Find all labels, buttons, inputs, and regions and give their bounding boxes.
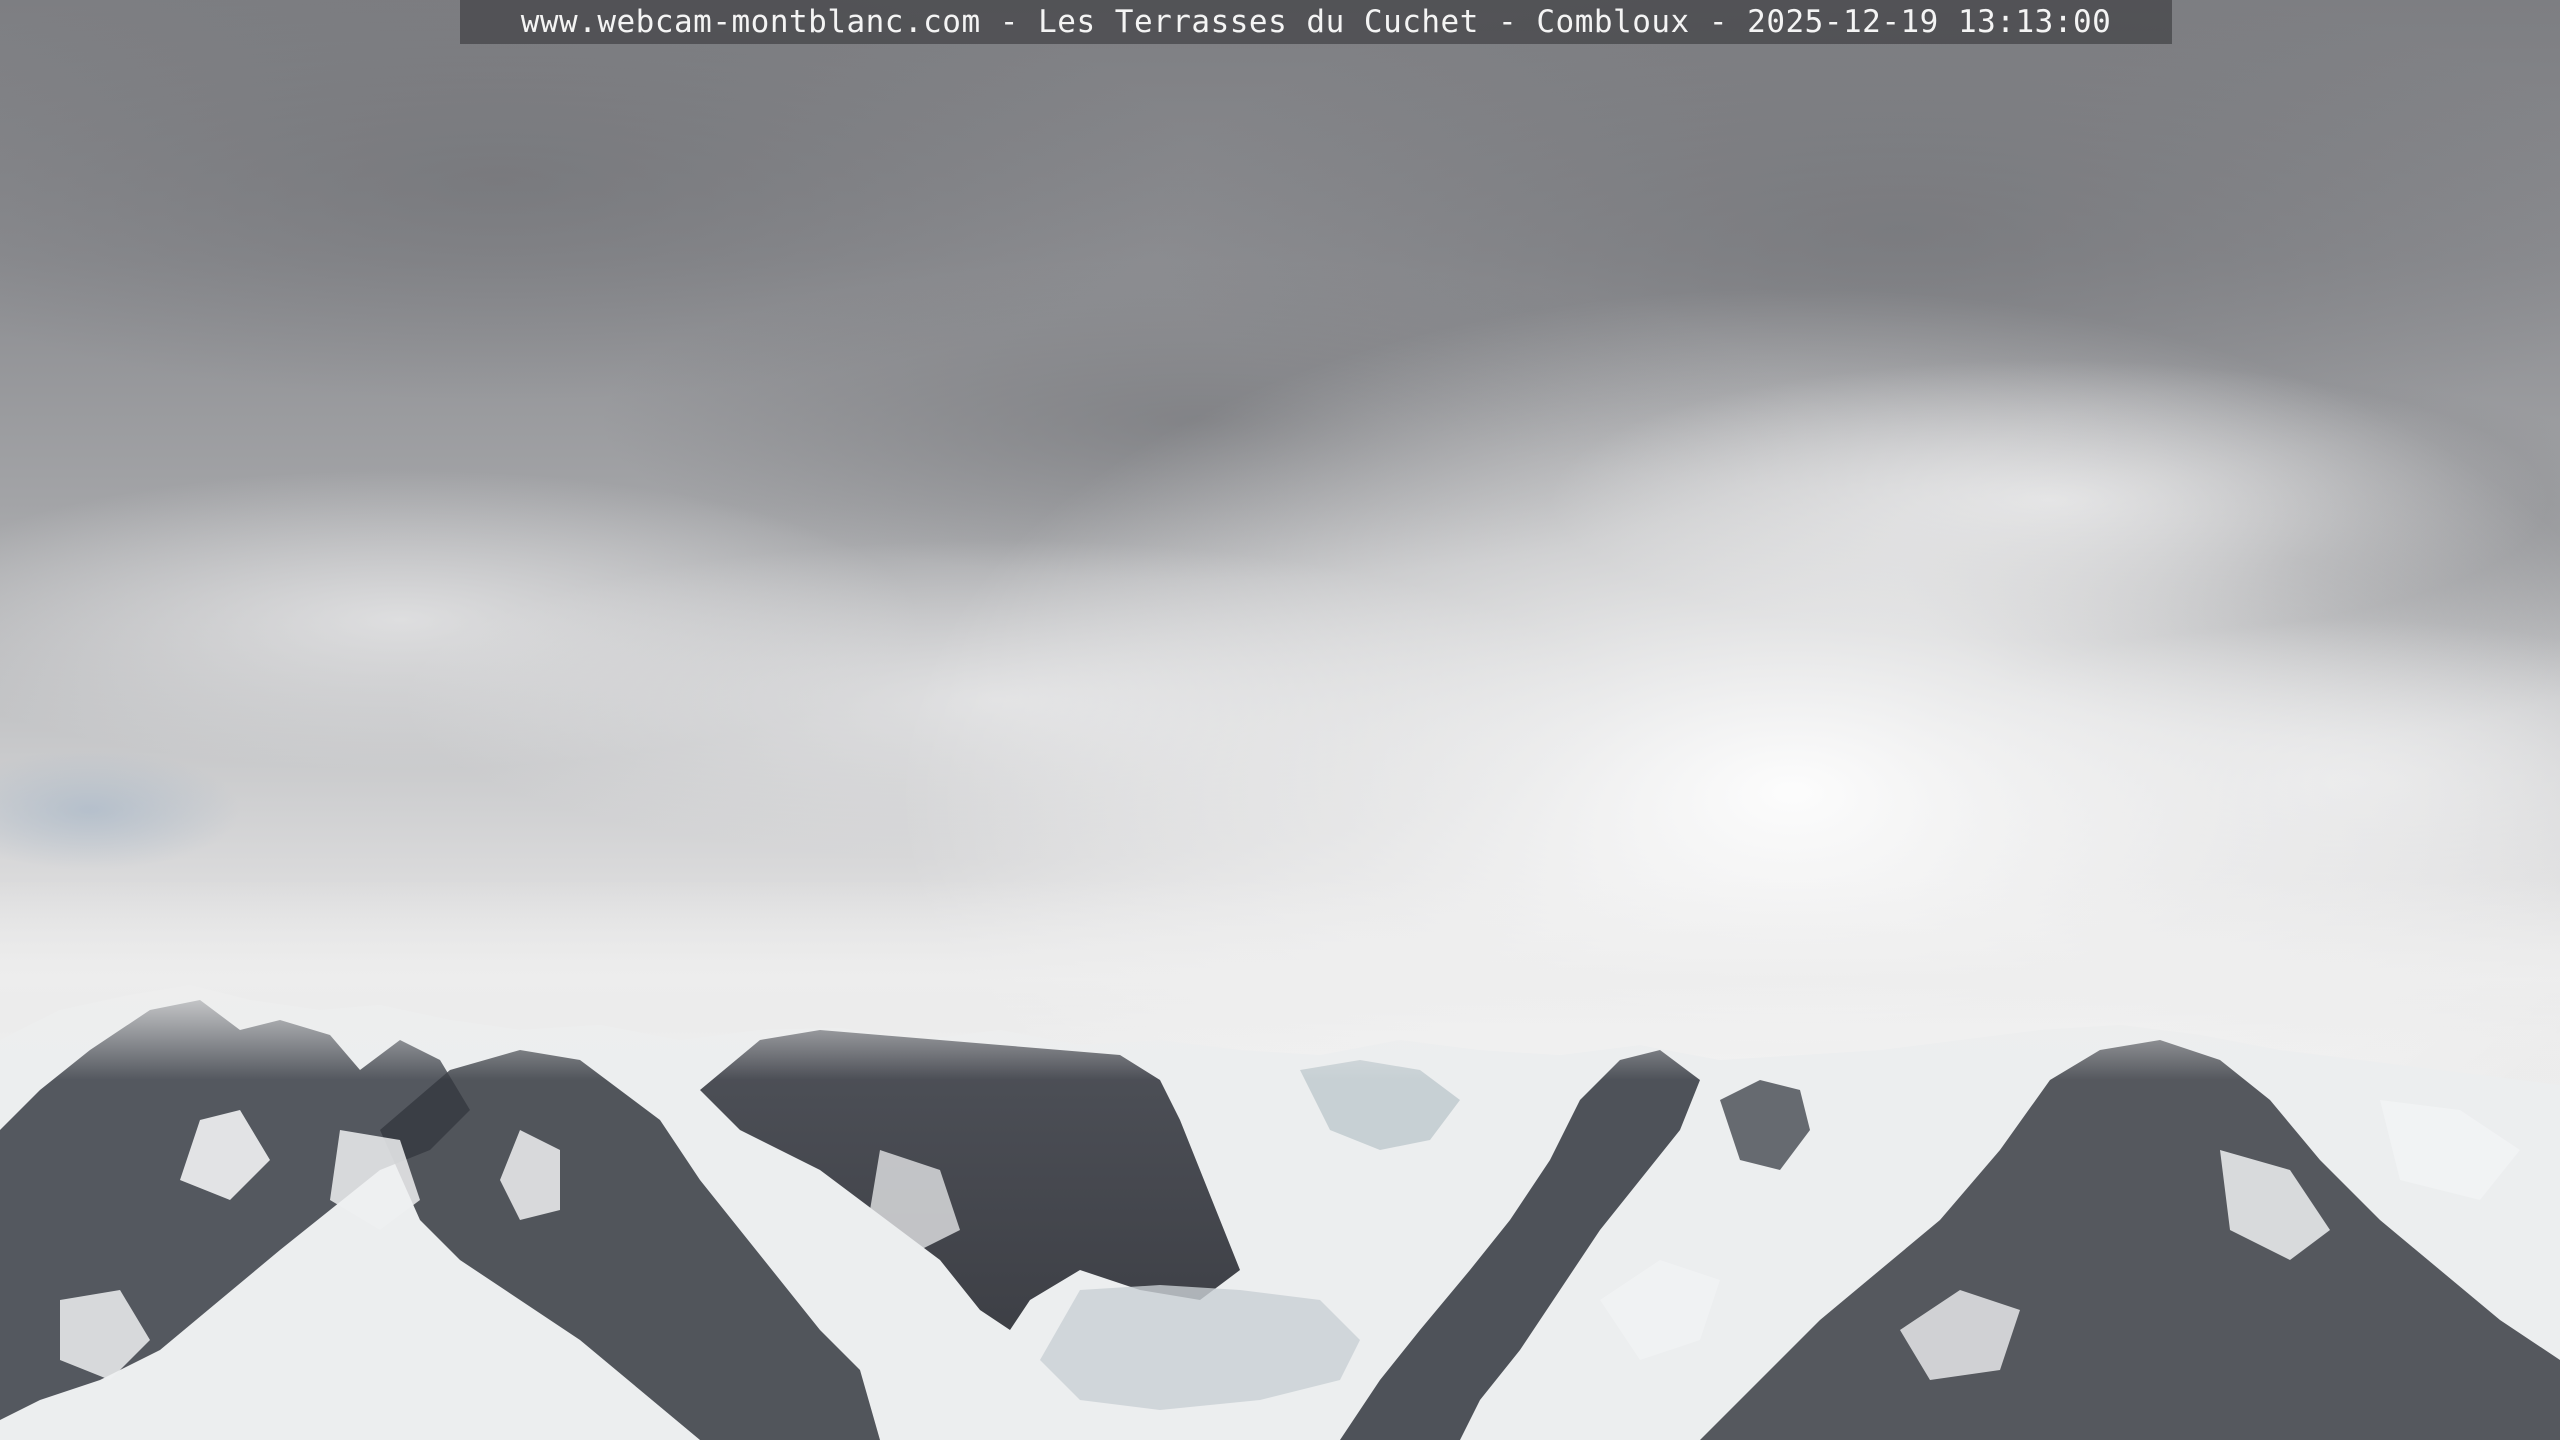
- webcam-caption-bar: www.webcam-montblanc.com - Les Terrasses…: [460, 0, 2172, 44]
- mountain-scene-image: [0, 0, 2560, 1440]
- webcam-frame: www.webcam-montblanc.com - Les Terrasses…: [0, 0, 2560, 1440]
- webcam-caption-text: www.webcam-montblanc.com - Les Terrasses…: [520, 4, 2112, 40]
